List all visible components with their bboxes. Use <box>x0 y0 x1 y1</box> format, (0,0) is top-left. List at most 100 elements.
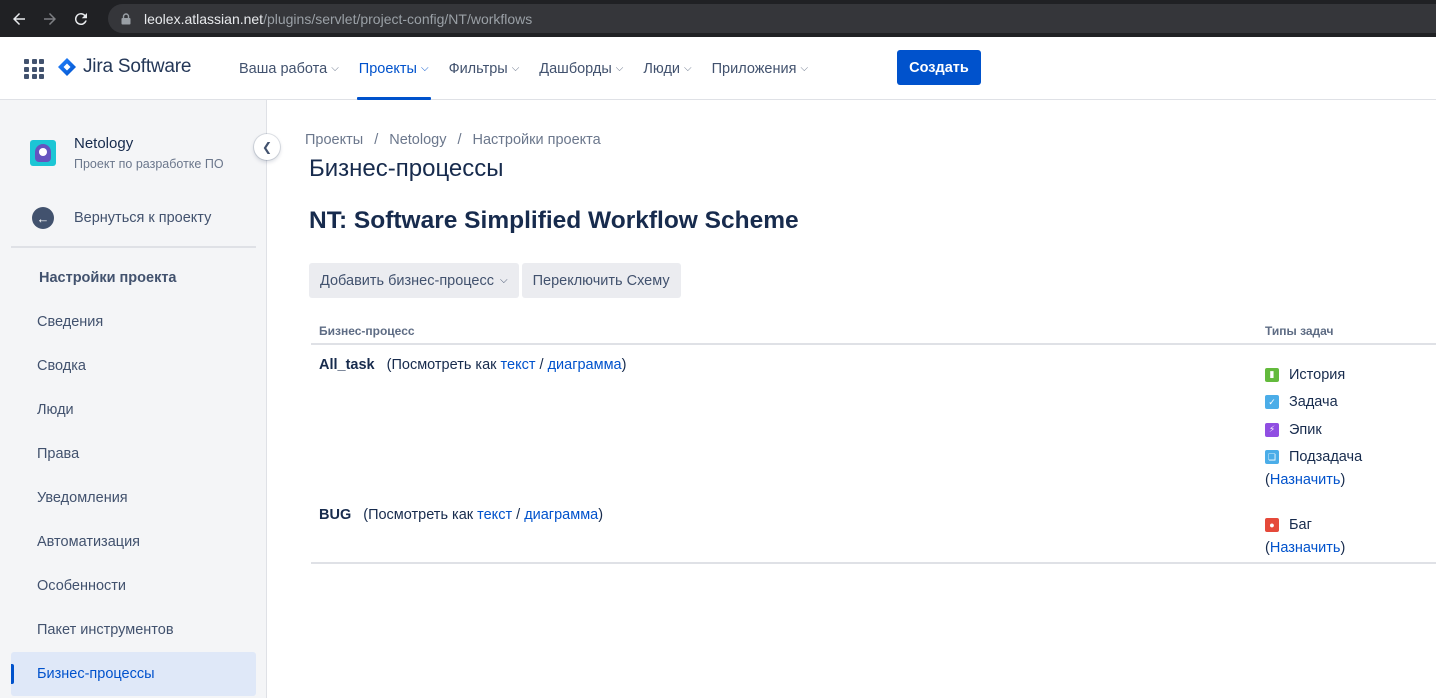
chevron-down-icon: ⌵ <box>511 63 520 74</box>
table-header: Бизнес-процесс Типы задач <box>311 318 1436 345</box>
nav-apps[interactable]: Приложения ⌵ <box>712 37 808 100</box>
nav-menu: Ваша работа ⌵ Проекты ⌵ Фильтры ⌵ Дашборды ⌵… <box>239 37 828 100</box>
address-bar[interactable]: leolex.atlassian.net/plugins/servlet/pro… <box>108 4 1436 33</box>
subtask-icon: ❏ <box>1265 450 1279 465</box>
nav-label: Приложения <box>711 60 797 77</box>
view-text-link[interactable]: текст <box>477 507 512 523</box>
app-switcher-icon[interactable] <box>24 59 44 79</box>
assign-link[interactable]: Назначить <box>1270 540 1341 556</box>
nav-label: Фильтры <box>448 60 508 77</box>
create-button[interactable]: Создать <box>897 50 981 85</box>
nav-filters[interactable]: Фильтры ⌵ <box>449 37 520 100</box>
close-paren: ) <box>598 507 604 523</box>
back-to-project-link[interactable]: ← Вернуться к проекту <box>32 207 211 229</box>
issue-type-label: Задача <box>1289 394 1338 411</box>
issue-type-bug: ● Баг <box>1265 511 1345 539</box>
sidebar-item-label: Бизнес-процессы <box>37 666 155 682</box>
column-header-workflow: Бизнес-процесс <box>319 324 415 338</box>
browser-toolbar: leolex.atlassian.net/plugins/servlet/pro… <box>0 0 1436 37</box>
issue-types-list: ● Баг (Назначить) <box>1265 511 1345 556</box>
sidebar-item-permissions[interactable]: Права <box>11 432 256 476</box>
sidebar-item-workflows[interactable]: Бизнес-процессы <box>11 652 256 696</box>
sidebar-item-automation[interactable]: Автоматизация <box>11 520 256 564</box>
url-host: leolex.atlassian.net <box>144 10 264 27</box>
lock-icon <box>121 12 131 24</box>
issue-types-list: ▮ История ✓ Задача ⚡ Эпик ❏ Подзадача (Н… <box>1265 361 1362 488</box>
sidebar-item-label: Сводка <box>37 358 86 374</box>
view-as-label: (Посмотреть как <box>386 357 497 373</box>
reload-icon[interactable] <box>69 7 93 31</box>
jira-diamond-icon <box>58 58 76 76</box>
breadcrumb: Проекты / Netology / Настройки проекта <box>305 132 601 148</box>
view-text-link[interactable]: текст <box>501 357 536 373</box>
url-path: /plugins/servlet/project-config/NT/workf… <box>263 10 533 27</box>
breadcrumb-separator: / <box>457 132 462 148</box>
back-arrow-icon[interactable] <box>7 7 31 31</box>
collapse-sidebar-button[interactable]: ❮ <box>254 134 280 160</box>
sidebar-item-label: Автоматизация <box>37 534 141 550</box>
scheme-title: NT: Software Simplified Workflow Scheme <box>309 207 799 234</box>
issue-type-label: Баг <box>1289 516 1312 533</box>
button-label: Переключить Схему <box>532 272 670 289</box>
forward-arrow-icon[interactable] <box>38 7 62 31</box>
issue-type-label: Эпик <box>1289 421 1322 438</box>
column-header-types: Типы задач <box>1265 324 1334 338</box>
story-icon: ▮ <box>1265 367 1279 382</box>
sidebar-item-summary[interactable]: Сводка <box>11 344 256 388</box>
issue-type-label: История <box>1289 366 1346 383</box>
nav-your-work[interactable]: Ваша работа ⌵ <box>239 37 339 100</box>
workflow-name: All_task <box>319 357 375 373</box>
project-avatar <box>30 140 56 166</box>
jira-logo[interactable]: Jira Software <box>57 56 191 78</box>
view-diagram-link[interactable]: диаграмма <box>548 357 622 373</box>
issue-type-subtask: ❏ Подзадача <box>1265 444 1362 472</box>
issue-type-story: ▮ История <box>1265 361 1362 389</box>
view-diagram-link[interactable]: диаграмма <box>524 507 598 523</box>
breadcrumb-netology[interactable]: Netology <box>389 132 446 148</box>
chevron-down-icon: ⌵ <box>500 275 508 286</box>
slash: / <box>516 507 521 523</box>
assign-paren: ) <box>1340 539 1346 556</box>
nav-label: Дашборды <box>539 60 612 77</box>
breadcrumb-separator: / <box>374 132 379 148</box>
project-sidebar: Netology Проект по разработке ПО ← Верну… <box>0 100 267 698</box>
sidebar-item-label: Права <box>37 446 80 462</box>
chevron-down-icon: ⌵ <box>800 63 809 74</box>
nav-dashboards[interactable]: Дашборды ⌵ <box>539 37 623 100</box>
sidebar-item-label: Особенности <box>37 578 127 594</box>
issue-type-label: Подзадача <box>1289 449 1363 466</box>
arrow-left-icon: ← <box>32 207 54 229</box>
issue-type-epic: ⚡ Эпик <box>1265 416 1362 444</box>
breadcrumb-settings[interactable]: Настройки проекта <box>472 132 600 148</box>
sidebar-item-label: Уведомления <box>37 490 128 506</box>
chevron-left-icon: ❮ <box>261 140 273 154</box>
project-type: Проект по разработке ПО <box>74 157 224 171</box>
sidebar-item-details[interactable]: Сведения <box>11 300 256 344</box>
switch-scheme-button[interactable]: Переключить Схему <box>521 263 681 298</box>
chevron-down-icon: ⌵ <box>684 63 692 74</box>
chevron-down-icon: ⌵ <box>615 63 624 74</box>
sidebar-item-notifications[interactable]: Уведомления <box>11 476 256 520</box>
table-row: All_task (Посмотреть как текст / диаграм… <box>311 345 1436 495</box>
logo-text: Jira Software <box>83 56 192 77</box>
table-row: BUG (Посмотреть как текст / диаграмма) ●… <box>311 495 1436 564</box>
sidebar-item-toolchain[interactable]: Пакет инструментов <box>11 608 256 652</box>
add-workflow-button[interactable]: Добавить бизнес-процесс ⌵ <box>309 263 519 298</box>
button-label: Добавить бизнес-процесс <box>320 272 494 289</box>
nav-people[interactable]: Люди ⌵ <box>643 37 691 100</box>
view-as-label: (Посмотреть как <box>363 507 474 523</box>
nav-projects[interactable]: Проекты ⌵ <box>356 37 431 100</box>
nav-label: Проекты <box>358 60 417 77</box>
breadcrumb-projects[interactable]: Проекты <box>305 132 363 148</box>
workflow-name: BUG <box>319 507 352 523</box>
close-paren: ) <box>621 357 627 373</box>
assign-link[interactable]: Назначить <box>1270 472 1341 488</box>
sidebar-item-features[interactable]: Особенности <box>11 564 256 608</box>
epic-icon: ⚡ <box>1265 422 1279 437</box>
project-header[interactable]: Netology Проект по разработке ПО <box>30 136 224 171</box>
sidebar-item-people[interactable]: Люди <box>11 388 256 432</box>
nav-label: Люди <box>643 60 681 77</box>
workflows-table: Бизнес-процесс Типы задач All_task (Посм… <box>311 318 1436 564</box>
sidebar-item-label: Сведения <box>37 314 104 330</box>
nav-label: Ваша работа <box>239 60 328 77</box>
